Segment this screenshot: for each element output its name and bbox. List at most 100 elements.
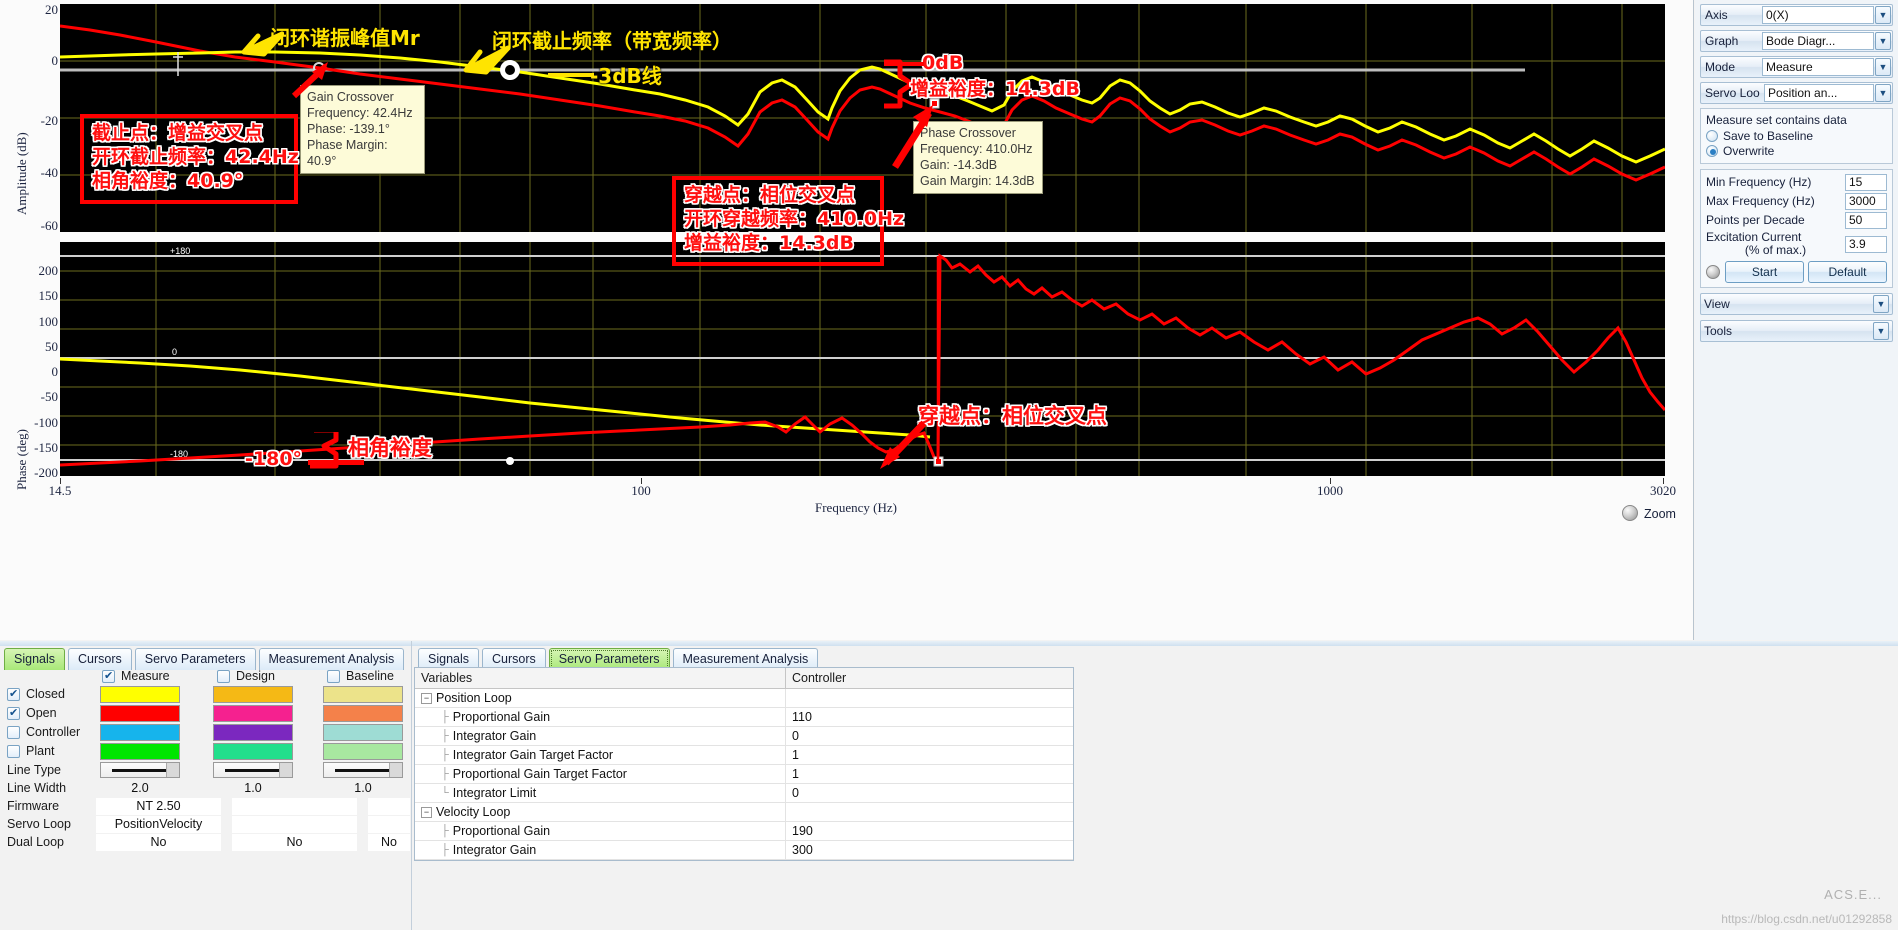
row-value[interactable]: 0	[785, 726, 1073, 746]
tooltip-gain-crossover-margin: Phase Margin: 40.9°	[307, 138, 388, 168]
servo-parameters-table[interactable]: Variables Controller − Position Loop ├ Pro…	[414, 667, 1074, 861]
signal-checkbox-closed[interactable]	[7, 687, 20, 701]
chevron-down-icon-servo-loop[interactable]: ▼	[1875, 84, 1891, 102]
min-frequency-row[interactable]: Min Frequency (Hz) 15	[1706, 174, 1887, 191]
line-width-measure[interactable]: 2.0	[100, 781, 180, 795]
axis-row[interactable]: Axis 0(X) ▼	[1700, 4, 1893, 26]
signal-label-open: Open	[26, 706, 57, 720]
linetype-select-measure[interactable]	[100, 762, 180, 778]
axis-label: Axis	[1705, 8, 1728, 22]
bottom-pane: Signals Cursors Servo Parameters Measure…	[0, 641, 1898, 930]
mode-row[interactable]: Mode Measure ▼	[1700, 56, 1893, 78]
annotation-gain-margin: 增益裕度：14.3dB	[910, 78, 1080, 100]
graph-row[interactable]: Graph Bode Diagr... ▼	[1700, 30, 1893, 52]
table-row[interactable]: └ Integrator Limit 0	[415, 783, 1073, 803]
radio-icon-save-to-baseline[interactable]	[1706, 130, 1718, 142]
tree-collapse-icon-velocity-loop[interactable]: −	[421, 806, 432, 818]
excitation-current-row[interactable]: Excitation Current (% of max.) 3.9	[1706, 230, 1887, 257]
row-value[interactable]: 190	[785, 821, 1073, 841]
table-row[interactable]: ├ Proportional Gain Target Factor 1	[415, 764, 1073, 784]
view-section[interactable]: View ▼	[1700, 293, 1893, 316]
row-value[interactable]: 110	[785, 707, 1073, 727]
annotation-closed-loop-bandwidth: 闭环截止频率（带宽频率）	[492, 29, 732, 53]
amp-ytick-0: 0	[51, 53, 59, 68]
max-frequency-input[interactable]: 3000	[1845, 193, 1887, 210]
zoom-led[interactable]	[1622, 505, 1638, 521]
table-row[interactable]: ├ Integrator Gain Target Factor 1	[415, 745, 1073, 765]
phase-ytick-100: 100	[38, 314, 59, 329]
chevron-down-icon-view[interactable]: ▼	[1873, 295, 1889, 314]
table-row[interactable]: − Position Loop	[415, 688, 1073, 708]
radio-save-to-baseline[interactable]: Save to Baseline	[1706, 129, 1887, 143]
table-row[interactable]: − Velocity Loop	[415, 802, 1073, 822]
table-row[interactable]: ├ Proportional Gain 110	[415, 707, 1073, 727]
line-width-design[interactable]: 1.0	[213, 781, 293, 795]
measure-set-group: Measure set contains data Save to Baseli…	[1700, 108, 1893, 164]
row-value[interactable]: 1	[785, 764, 1073, 784]
tree-branch-icon: ├	[441, 711, 449, 723]
svg-text:0: 0	[172, 347, 177, 357]
start-button[interactable]: Start	[1725, 261, 1804, 284]
swatch-closed-baseline[interactable]	[323, 686, 403, 703]
tree-collapse-icon-position-loop[interactable]: −	[421, 692, 432, 704]
max-frequency-row[interactable]: Max Frequency (Hz) 3000	[1706, 193, 1887, 210]
servo-loop-row[interactable]: Servo Loo Position an... ▼	[1700, 82, 1893, 104]
column-checkbox-design[interactable]	[217, 670, 230, 683]
row-value[interactable]: 300	[785, 840, 1073, 860]
swatch-closed-measure[interactable]	[100, 686, 180, 703]
max-frequency-label: Max Frequency (Hz)	[1706, 193, 1815, 208]
linetype-select-design[interactable]	[213, 762, 293, 778]
swatch-plant-baseline[interactable]	[323, 743, 403, 760]
chevron-down-icon-axis[interactable]: ▼	[1875, 6, 1891, 24]
default-button[interactable]: Default	[1808, 261, 1887, 284]
line-width-baseline[interactable]: 1.0	[323, 781, 403, 795]
table-row[interactable]: ├ Proportional Gain 190	[415, 821, 1073, 841]
swatch-controller-baseline[interactable]	[323, 724, 403, 741]
signal-checkbox-open[interactable]	[7, 706, 20, 720]
annotation-0db: 0dB	[922, 52, 964, 74]
signal-checkbox-plant[interactable]	[7, 745, 20, 758]
row-value[interactable]: 1	[785, 745, 1073, 765]
axis-value[interactable]: 0(X)	[1762, 6, 1874, 24]
points-per-decade-row[interactable]: Points per Decade 50	[1706, 212, 1887, 229]
tools-section[interactable]: Tools ▼	[1700, 320, 1893, 343]
chevron-down-icon-mode[interactable]: ▼	[1875, 58, 1891, 76]
table-row[interactable]: ├ Integrator Gain 0	[415, 726, 1073, 746]
swatch-open-baseline[interactable]	[323, 705, 403, 722]
swatch-controller-measure[interactable]	[100, 724, 180, 741]
tools-section-label: Tools	[1704, 324, 1733, 339]
arrow-gain-crossover	[291, 62, 329, 99]
row-value[interactable]: 0	[785, 783, 1073, 803]
min-frequency-input[interactable]: 15	[1845, 174, 1887, 191]
right-control-panel: Axis 0(X) ▼ Graph Bode Diagr... ▼ Mode M…	[1695, 0, 1898, 640]
swatch-plant-measure[interactable]	[100, 743, 180, 760]
phase-ytick--150: -150	[34, 440, 58, 455]
column-checkbox-measure[interactable]	[102, 669, 115, 683]
radio-icon-overwrite[interactable]	[1706, 145, 1718, 157]
zoom-label[interactable]: Zoom	[1644, 507, 1676, 521]
signal-checkbox-controller[interactable]	[7, 726, 20, 739]
column-checkbox-baseline[interactable]	[327, 670, 340, 683]
callout-phase-crossover: 穿越点：相位交叉点 开环穿越频率：410.0Hz 增益裕度：14.3dB	[672, 176, 904, 266]
swatch-open-measure[interactable]	[100, 705, 180, 722]
signals-panel: Measure Design Baseline Closed Open	[0, 667, 410, 897]
attr-label-dual-loop: Dual Loop	[7, 835, 64, 849]
chevron-down-icon-graph[interactable]: ▼	[1875, 32, 1891, 50]
linetype-select-baseline[interactable]	[323, 762, 403, 778]
view-section-label: View	[1704, 297, 1730, 312]
swatch-plant-design[interactable]	[213, 743, 293, 760]
excitation-current-input[interactable]: 3.9	[1845, 235, 1887, 253]
points-per-decade-input[interactable]: 50	[1845, 212, 1887, 229]
column-header-baseline: Baseline	[346, 669, 394, 683]
radio-overwrite[interactable]: Overwrite	[1706, 144, 1887, 158]
servo-loop-value[interactable]: Position an...	[1764, 84, 1874, 102]
chevron-down-icon-tools[interactable]: ▼	[1873, 322, 1889, 341]
swatch-open-design[interactable]	[213, 705, 293, 722]
swatch-closed-design[interactable]	[213, 686, 293, 703]
action-row: Start Default	[1706, 261, 1887, 284]
mode-value[interactable]: Measure	[1762, 58, 1874, 76]
graph-value[interactable]: Bode Diagr...	[1762, 32, 1874, 50]
row-name: Proportional Gain Target Factor	[452, 767, 627, 781]
swatch-controller-design[interactable]	[213, 724, 293, 741]
table-row[interactable]: ├ Integrator Gain 300	[415, 840, 1073, 860]
